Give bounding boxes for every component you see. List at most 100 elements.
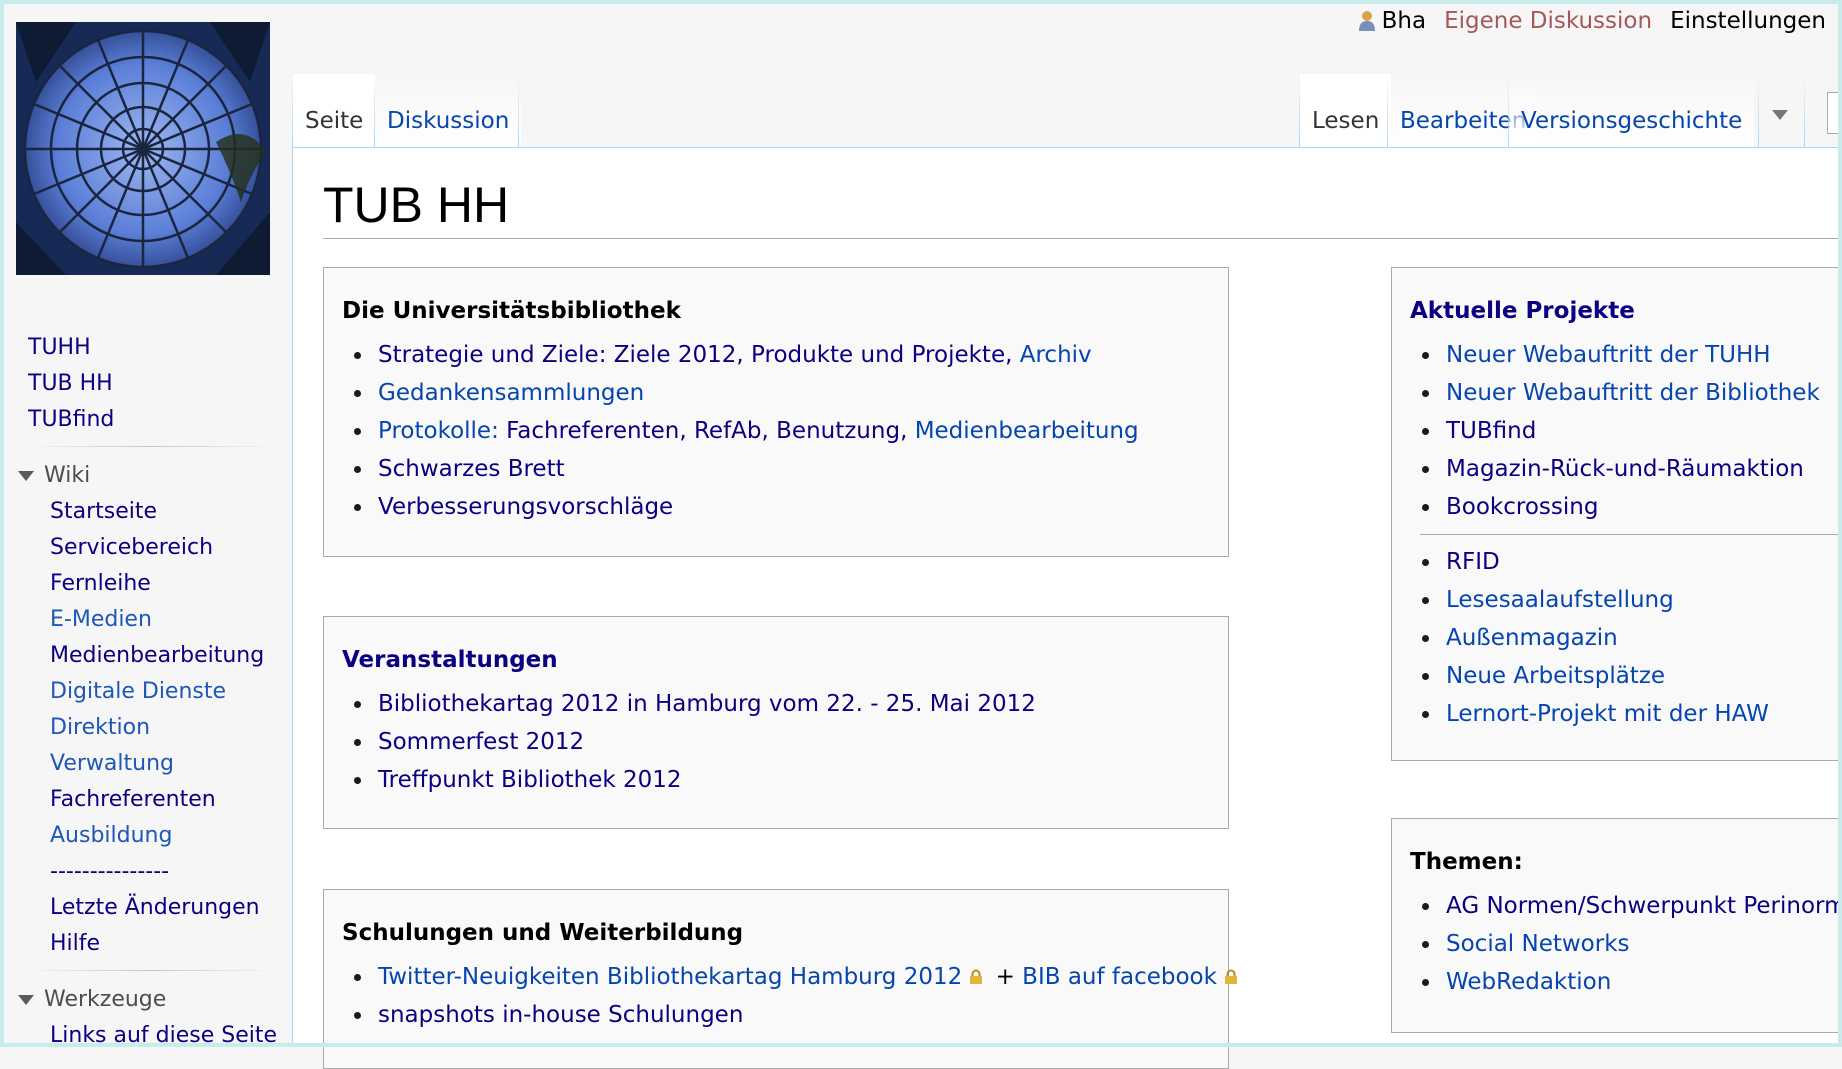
sidebar-item-verwaltung[interactable]: Verwaltung bbox=[0, 746, 292, 782]
strategy-link[interactable]: Strategie und Ziele: Ziele 2012, Produkt… bbox=[378, 342, 1020, 368]
project-link[interactable]: Neue Arbeitsplätze bbox=[1446, 663, 1665, 689]
list-item: Treffpunkt Bibliothek 2012 bbox=[352, 761, 1218, 799]
project-link[interactable]: Neuer Webauftritt der Bibliothek bbox=[1446, 380, 1820, 406]
sidebar-item-digitale-dienste[interactable]: Digitale Dienste bbox=[0, 674, 292, 710]
sidebar-item-recent-changes[interactable]: Letzte Änderungen bbox=[0, 890, 292, 926]
tab-discussion[interactable]: Diskussion bbox=[375, 74, 522, 148]
project-link[interactable]: Außenmagazin bbox=[1446, 625, 1618, 651]
project-link[interactable]: Neuer Webauftritt der TUHH bbox=[1446, 342, 1771, 368]
content-area: TUB HH Die Universitätsbibliothek Strate… bbox=[292, 147, 1842, 1069]
tab-history[interactable]: Versionsgeschichte bbox=[1509, 74, 1755, 148]
plus-text: + bbox=[988, 964, 1023, 990]
sidebar-item-ausbildung[interactable]: Ausbildung bbox=[0, 818, 292, 854]
sidebar-item-tubfind[interactable]: TUBfind bbox=[0, 402, 292, 438]
sidebar-item-separator-link[interactable]: --------------- bbox=[0, 854, 292, 890]
list-item: Gedankensammlungen bbox=[352, 374, 1218, 412]
list-item: Strategie und Ziele: Ziele 2012, Produkt… bbox=[352, 336, 1218, 374]
user-icon bbox=[1358, 11, 1375, 31]
user-menu[interactable]: Bha bbox=[1358, 8, 1426, 34]
protocol-topics-links[interactable]: Fachreferenten, RefAb, Benutzung, bbox=[499, 418, 915, 444]
sidebar-heading-wiki-label: Wiki bbox=[44, 463, 91, 488]
sidebar-item-tubhh[interactable]: TUB HH bbox=[0, 366, 292, 402]
sidebar: TUHH TUB HH TUBfind Wiki Startseite Serv… bbox=[0, 330, 292, 1054]
sidebar-item-fachreferenten[interactable]: Fachreferenten bbox=[0, 782, 292, 818]
box-heading: Veranstaltungen bbox=[342, 647, 558, 673]
wiki-logo[interactable] bbox=[16, 22, 270, 275]
project-link[interactable]: RFID bbox=[1446, 549, 1500, 575]
tab-read[interactable]: Lesen bbox=[1300, 74, 1392, 148]
sidebar-item-fernleihe[interactable]: Fernleihe bbox=[0, 566, 292, 602]
user-name-link[interactable]: Bha bbox=[1382, 8, 1426, 34]
tab-history-label: Versionsgeschichte bbox=[1521, 108, 1743, 134]
page-tabs: Seite Diskussion Lesen Bearbeiten Versio… bbox=[292, 74, 1842, 148]
list-item: Verbesserungsvorschläge bbox=[352, 488, 1218, 526]
list-item: Sommerfest 2012 bbox=[352, 723, 1218, 761]
tab-page[interactable]: Seite bbox=[293, 74, 376, 148]
sidebar-heading-wiki[interactable]: Wiki bbox=[0, 455, 292, 494]
page-title: TUB HH bbox=[323, 177, 510, 233]
sidebar-tools-links: Links auf diese Seite bbox=[0, 1018, 292, 1054]
list-item: RFID bbox=[1420, 543, 1841, 581]
project-link[interactable]: Lernort-Projekt mit der HAW bbox=[1446, 701, 1769, 727]
snapshots-link[interactable]: snapshots in-house Schulungen bbox=[378, 1002, 743, 1028]
sidebar-item-servicebereich[interactable]: Servicebereich bbox=[0, 530, 292, 566]
box-events: Veranstaltungen Bibliothekartag 2012 in … bbox=[323, 616, 1229, 829]
list-item: WebRedaktion bbox=[1420, 963, 1841, 1001]
lock-icon bbox=[1224, 969, 1237, 984]
event-link[interactable]: Bibliothekartag 2012 in Hamburg vom 22. … bbox=[378, 691, 1036, 717]
tab-discussion-label: Diskussion bbox=[387, 108, 510, 134]
box-heading: Themen: bbox=[1410, 849, 1523, 875]
list-item: Social Networks bbox=[1420, 925, 1841, 963]
dome-logo-image bbox=[16, 22, 270, 275]
list-item: Twitter-Neuigkeiten Bibliothekartag Hamb… bbox=[352, 958, 1237, 996]
tab-page-label: Seite bbox=[305, 108, 364, 134]
box-heading: Schulungen und Weiterbildung bbox=[342, 920, 744, 946]
twitter-link[interactable]: Twitter-Neuigkeiten Bibliothekartag Hamb… bbox=[378, 964, 962, 990]
box-university-library: Die Universitätsbibliothek Strategie und… bbox=[323, 267, 1229, 557]
collapse-triangle-icon bbox=[18, 994, 34, 1005]
topic-link[interactable]: AG Normen/Schwerpunkt Perinorm bbox=[1446, 893, 1842, 919]
list-item: Außenmagazin bbox=[1420, 619, 1841, 657]
project-link[interactable]: Magazin-Rück-und-Räumaktion bbox=[1446, 456, 1804, 482]
sidebar-divider bbox=[24, 446, 276, 447]
sidebar-item-whatlinkshere[interactable]: Links auf diese Seite bbox=[0, 1018, 292, 1054]
list-item: Schwarzes Brett bbox=[352, 450, 1218, 488]
project-link[interactable]: Lesesaalaufstellung bbox=[1446, 587, 1674, 613]
project-link[interactable]: Bookcrossing bbox=[1446, 494, 1598, 520]
list-item: snapshots in-house Schulungen bbox=[352, 996, 1218, 1034]
facebook-link[interactable]: BIB auf facebook bbox=[1022, 964, 1217, 990]
sidebar-item-help[interactable]: Hilfe bbox=[0, 926, 292, 962]
media-processing-link[interactable]: Medienbearbeitung bbox=[915, 418, 1139, 444]
event-link[interactable]: Sommerfest 2012 bbox=[378, 729, 584, 755]
topic-link[interactable]: Social Networks bbox=[1446, 931, 1630, 957]
sidebar-item-startseite[interactable]: Startseite bbox=[0, 494, 292, 530]
sidebar-item-emedien[interactable]: E-Medien bbox=[0, 602, 292, 638]
sidebar-wiki-links: Startseite Servicebereich Fernleihe E-Me… bbox=[0, 494, 292, 962]
topic-link[interactable]: WebRedaktion bbox=[1446, 969, 1611, 995]
archive-link[interactable]: Archiv bbox=[1020, 342, 1092, 368]
sidebar-divider bbox=[24, 970, 276, 971]
list-item: Neue Arbeitsplätze bbox=[1420, 657, 1841, 695]
search-input[interactable] bbox=[1827, 92, 1842, 134]
thoughts-link[interactable]: Gedankensammlungen bbox=[378, 380, 644, 406]
tab-read-label: Lesen bbox=[1312, 108, 1380, 134]
sidebar-item-tuhh[interactable]: TUHH bbox=[0, 330, 292, 366]
protocols-link[interactable]: Protokolle: bbox=[378, 418, 499, 444]
sidebar-heading-tools[interactable]: Werkzeuge bbox=[0, 979, 292, 1018]
more-actions-dropdown[interactable] bbox=[1760, 74, 1800, 148]
sidebar-item-direktion[interactable]: Direktion bbox=[0, 710, 292, 746]
project-link[interactable]: TUBfind bbox=[1446, 418, 1536, 444]
list-item: Neuer Webauftritt der TUHH bbox=[1420, 336, 1841, 374]
projects-divider bbox=[1420, 534, 1841, 535]
my-talk-link[interactable]: Eigene Diskussion bbox=[1444, 8, 1652, 34]
list-item: Lesesaalaufstellung bbox=[1420, 581, 1841, 619]
collapse-triangle-icon bbox=[18, 470, 34, 481]
bulletin-board-link[interactable]: Schwarzes Brett bbox=[378, 456, 565, 482]
box-topics: Themen: AG Normen/Schwerpunkt Perinorm S… bbox=[1391, 818, 1842, 1033]
sidebar-item-medienbearbeitung[interactable]: Medienbearbeitung bbox=[0, 638, 292, 674]
personal-tools: Bha Eigene Diskussion Einstellungen bbox=[1358, 8, 1826, 34]
list-item: Magazin-Rück-und-Räumaktion bbox=[1420, 450, 1841, 488]
preferences-link[interactable]: Einstellungen bbox=[1670, 8, 1826, 34]
event-link[interactable]: Treffpunkt Bibliothek 2012 bbox=[378, 767, 682, 793]
suggestions-link[interactable]: Verbesserungsvorschläge bbox=[378, 494, 673, 520]
